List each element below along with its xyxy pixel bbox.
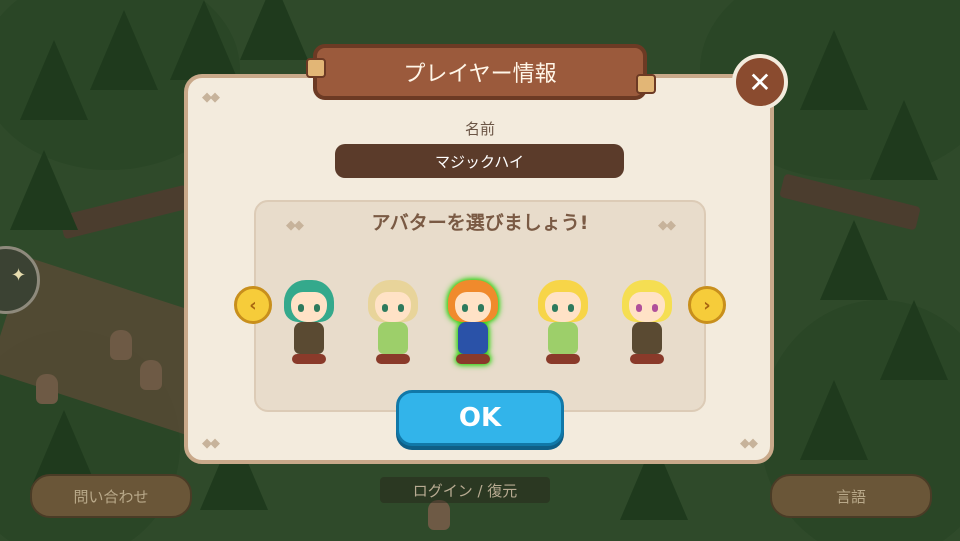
avatar-shoes — [292, 354, 326, 364]
player-name-field[interactable]: マジックハイ — [335, 144, 624, 178]
chevron-right-icon: › — [703, 294, 711, 316]
avatar-option-3[interactable] — [442, 278, 504, 370]
avatar-option-5[interactable] — [616, 278, 678, 370]
avatar-face — [291, 292, 327, 322]
corner-ornament-icon: ◆◆ — [286, 218, 304, 233]
corner-ornament-icon: ◆◆ — [202, 90, 220, 105]
dialog-title: プレイヤー情報 — [403, 62, 557, 87]
avatar-eye — [552, 304, 558, 312]
login-restore-link[interactable]: ログイン / 復元 — [380, 477, 550, 503]
avatar-outfit — [294, 322, 324, 354]
close-icon: ✕ — [748, 65, 772, 99]
avatar-eye — [382, 304, 388, 312]
avatar-shoes — [630, 354, 664, 364]
avatar-outfit — [378, 322, 408, 354]
avatar-heading: アバターを選びましょう! — [371, 212, 589, 234]
avatar-face — [375, 292, 411, 322]
avatar-option-1[interactable] — [278, 278, 340, 370]
avatar-eye — [636, 304, 642, 312]
contact-button[interactable]: 問い合わせ — [30, 474, 192, 518]
avatar-eye — [298, 304, 304, 312]
name-label: 名前 — [464, 120, 495, 138]
avatar-shoes — [456, 354, 490, 364]
avatar-option-2[interactable] — [362, 278, 424, 370]
banner-scroll-icon — [306, 58, 326, 78]
avatar-eye — [398, 304, 404, 312]
avatar-shoes — [546, 354, 580, 364]
avatar-eye — [568, 304, 574, 312]
next-avatar-button[interactable]: › — [688, 286, 726, 324]
avatar-face — [545, 292, 581, 322]
prev-avatar-button[interactable]: ‹ — [234, 286, 272, 324]
corner-ornament-icon: ◆◆ — [202, 436, 220, 451]
dialog-title-banner: プレイヤー情報 — [313, 44, 647, 100]
avatar-face — [455, 292, 491, 322]
corner-ornament-icon: ◆◆ — [658, 218, 676, 233]
avatar-outfit — [632, 322, 662, 354]
corner-ornament-icon: ◆◆ — [740, 436, 758, 451]
chevron-left-icon: ‹ — [249, 294, 257, 316]
avatar-shoes — [376, 354, 410, 364]
avatar-eye — [478, 304, 484, 312]
avatar-eye — [652, 304, 658, 312]
sparkle-icon: ✦ — [11, 265, 27, 286]
ok-button[interactable]: OK — [396, 390, 564, 446]
ok-label: OK — [458, 403, 502, 433]
avatar-outfit — [548, 322, 578, 354]
close-button[interactable]: ✕ — [732, 54, 788, 110]
language-button[interactable]: 言語 — [770, 474, 932, 518]
avatar-option-4[interactable] — [532, 278, 594, 370]
avatar-eye — [314, 304, 320, 312]
banner-scroll-icon — [636, 74, 656, 94]
avatar-outfit — [458, 322, 488, 354]
avatar-eye — [462, 304, 468, 312]
avatar-face — [629, 292, 665, 322]
